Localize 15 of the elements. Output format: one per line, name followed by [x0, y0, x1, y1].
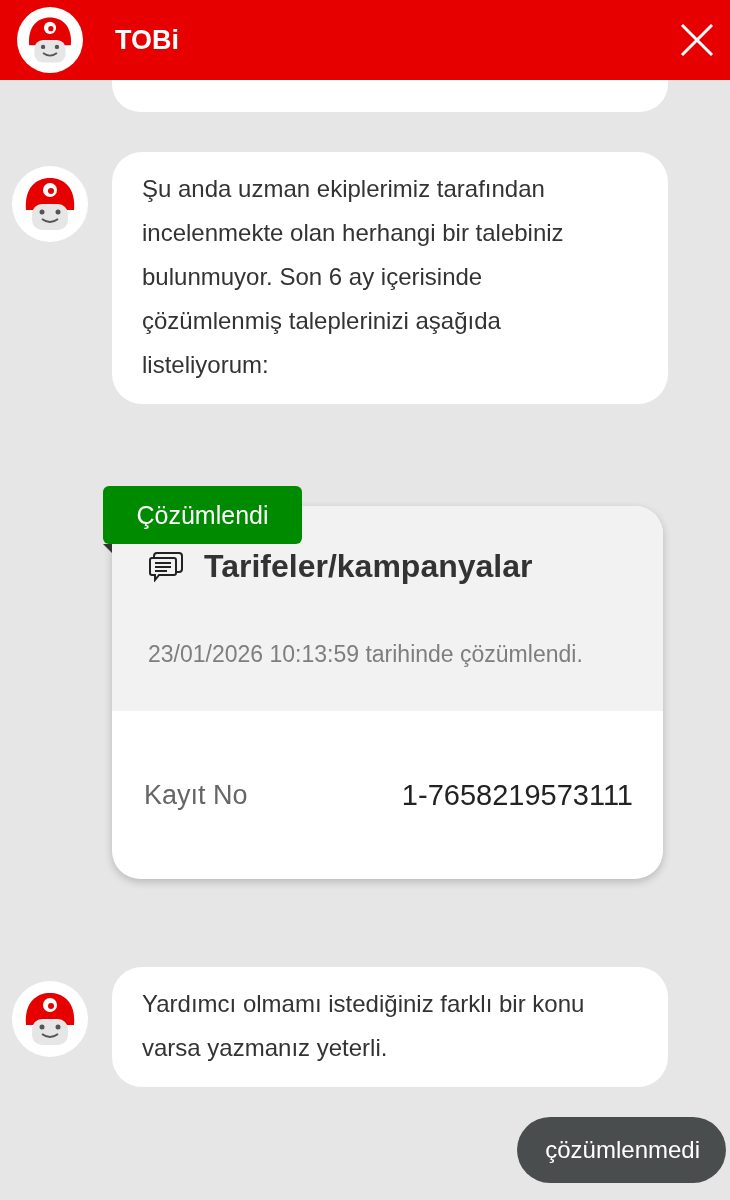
quick-reply-button[interactable]: çözümlenmedi: [517, 1117, 726, 1183]
message-bubble: Yardımcı olmamı istediğiniz farklı bir konu varsa yazmanız yeterli.: [112, 967, 668, 1087]
status-tag: Çözümlendi: [103, 486, 302, 544]
message-bubble: Şu anda uzman ekiplerimiz tarafından incelenmekte olan herhangi bir talebiniz bulunmuyor. Son 6 ay içerisinde çözümlenmiş taleplerinizi aşağıda listeliyorum:: [112, 152, 668, 404]
ticket-title: Tarifeler/kampanyalar: [204, 548, 533, 585]
robot-avatar-icon: [12, 166, 88, 242]
close-icon[interactable]: [680, 23, 714, 57]
robot-avatar-icon: [17, 7, 83, 73]
speech-bubble-icon: [148, 551, 184, 582]
field-label: Kayıt No: [144, 779, 249, 811]
field-value: 1-7658219573111: [401, 778, 633, 812]
resolved-date: 23/01/2026 10:13:59 tarihinde çözümlendi.: [148, 641, 584, 668]
tag-fold: [103, 544, 112, 553]
robot-avatar-icon: [12, 981, 88, 1057]
chat-title: TOBi: [115, 24, 180, 56]
